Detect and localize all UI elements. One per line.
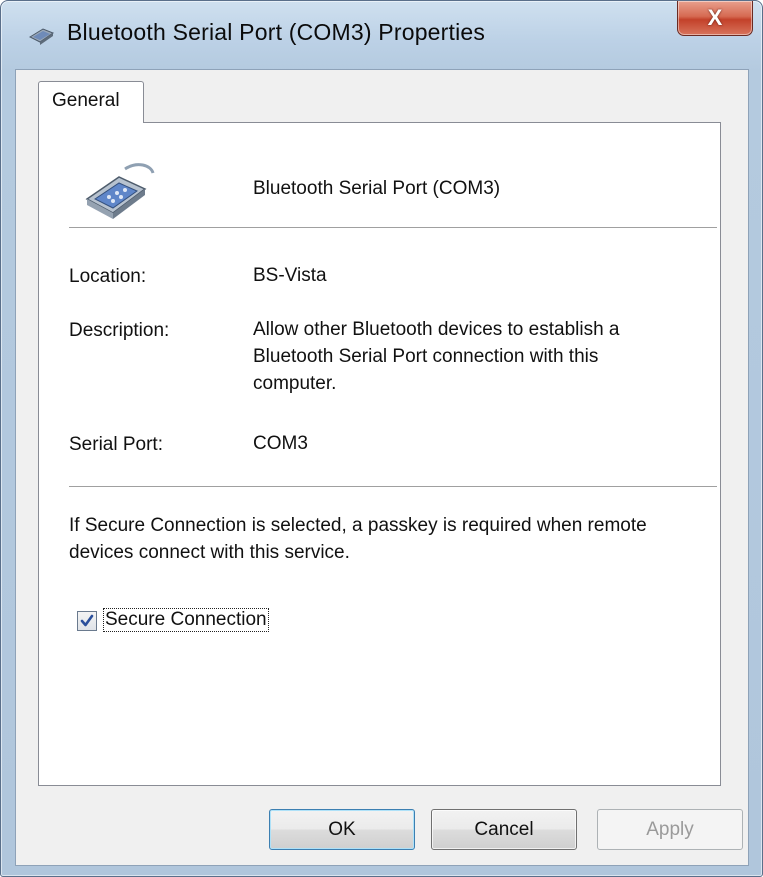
cancel-button[interactable]: Cancel — [431, 809, 577, 850]
secure-connection-checkbox[interactable] — [77, 611, 97, 631]
location-value: BS-Vista — [253, 265, 327, 286]
serial-port-value: COM3 — [253, 433, 308, 454]
checkmark-icon — [80, 614, 94, 627]
secure-connection-label[interactable]: Secure Connection — [103, 608, 269, 632]
close-icon: X — [707, 5, 723, 30]
dialog-client-area: General Bluetooth Serial Port (COM3) Loc… — [15, 69, 749, 866]
general-tab-panel: Bluetooth Serial Port (COM3) Location: B… — [38, 122, 721, 786]
secure-connection-note: If Secure Connection is selected, a pass… — [69, 515, 647, 563]
apply-button[interactable]: Apply — [597, 809, 743, 850]
close-button[interactable]: X — [677, 1, 753, 36]
description-value: Allow other Bluetooth devices to establi… — [253, 319, 620, 394]
separator-bottom — [69, 486, 717, 487]
tab-general[interactable]: General — [38, 81, 144, 123]
properties-dialog: Bluetooth Serial Port (COM3) Properties … — [0, 0, 763, 877]
serial-port-label: Serial Port: — [69, 434, 163, 455]
separator-top — [69, 227, 717, 228]
bluetooth-device-icon — [27, 23, 57, 47]
title-bar[interactable]: Bluetooth Serial Port (COM3) Properties … — [1, 1, 762, 69]
window-title: Bluetooth Serial Port (COM3) Properties — [67, 19, 486, 45]
serial-port-connector-icon — [79, 159, 161, 225]
device-name: Bluetooth Serial Port (COM3) — [253, 178, 501, 199]
location-label: Location: — [69, 266, 147, 287]
ok-button[interactable]: OK — [269, 809, 415, 850]
description-label: Description: — [69, 320, 170, 341]
